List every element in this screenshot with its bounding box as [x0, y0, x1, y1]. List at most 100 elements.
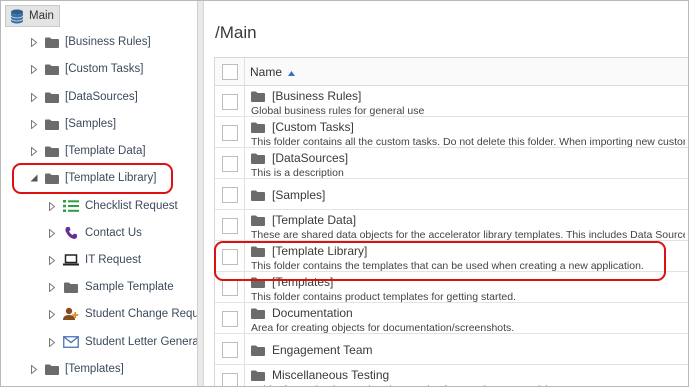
row-description: This folder contains all the custom task…: [251, 136, 685, 147]
sort-ascending-icon: [288, 65, 296, 79]
row-title: [Samples]: [251, 188, 685, 202]
tree-item-label: [Template Library]: [65, 172, 157, 184]
expand-caret-icon[interactable]: [47, 337, 57, 347]
database-icon: [9, 9, 25, 23]
table-row[interactable]: [Business Rules] Global business rules fo…: [215, 86, 688, 117]
expand-caret-icon[interactable]: [29, 146, 39, 156]
row-checkbox-cell: [215, 334, 245, 365]
folder-icon: [251, 91, 265, 102]
row-title-text[interactable]: [Business Rules]: [272, 89, 361, 103]
name-column-label: Name: [250, 64, 283, 79]
tree-child-checklist-request[interactable]: Checklist Request: [47, 195, 178, 217]
row-title: [Custom Tasks]: [251, 120, 685, 134]
tree-item-templates[interactable]: [Templates]: [29, 358, 124, 380]
row-checkbox[interactable]: [221, 248, 238, 265]
tree-child-student-letter-generation[interactable]: Student Letter Generati: [47, 331, 197, 353]
table-row[interactable]: [Templates] This folder contains product …: [215, 272, 688, 303]
tree-item-custom-tasks[interactable]: [Custom Tasks]: [29, 58, 143, 80]
row-title-text[interactable]: Documentation: [272, 306, 353, 320]
tree-item-template-library[interactable]: [Template Library]: [29, 167, 156, 189]
tree-root-main[interactable]: Main: [5, 5, 60, 27]
tree-item-datasources[interactable]: [DataSources]: [29, 86, 138, 108]
row-checkbox[interactable]: [221, 186, 238, 203]
folder-icon: [251, 122, 265, 133]
folder-icon: [45, 64, 59, 75]
row-checkbox-cell: [215, 210, 245, 241]
tree-item-template-data[interactable]: [Template Data]: [29, 140, 146, 162]
checklist-icon: [63, 199, 79, 213]
table-row[interactable]: [DataSources] This is a description: [215, 148, 688, 179]
table-row[interactable]: [Custom Tasks] This folder contains all t…: [215, 117, 688, 148]
row-content: [Template Data] These are shared data obj…: [245, 210, 685, 240]
select-all-cell: [215, 58, 245, 85]
expand-caret-icon[interactable]: [29, 364, 39, 374]
expand-caret-icon[interactable]: [47, 255, 57, 265]
row-content: Miscellaneous TestingFolder for testing …: [245, 365, 685, 386]
row-checkbox[interactable]: [221, 279, 238, 296]
row-checkbox[interactable]: [221, 372, 238, 386]
row-title-text[interactable]: [Template Library]: [272, 244, 367, 258]
tree-root-label: Main: [29, 10, 54, 22]
folder-icon: [251, 370, 265, 381]
row-checkbox[interactable]: [221, 217, 238, 234]
folder-icon: [45, 146, 59, 157]
folder-icon: [251, 190, 265, 201]
row-title-text[interactable]: [Templates]: [272, 275, 333, 289]
laptop-icon: [63, 253, 79, 267]
row-description: This is a description: [251, 167, 344, 178]
tree-child-it-request[interactable]: IT Request: [47, 249, 141, 271]
page-title: /Main: [215, 23, 257, 42]
row-title-text[interactable]: [Template Data]: [272, 213, 356, 227]
row-title: [Templates]: [251, 275, 685, 289]
row-description: This folder contains the templates that …: [251, 260, 644, 271]
tree-child-label: Student Change Reques: [85, 308, 197, 320]
expand-caret-icon[interactable]: [47, 201, 57, 211]
expand-caret-icon[interactable]: [29, 119, 39, 129]
folder-icon: [251, 308, 265, 319]
folder-icon: [251, 277, 265, 288]
tree-child-label: Student Letter Generati: [85, 336, 197, 348]
tree-child-student-change-request[interactable]: Student Change Reques: [47, 303, 197, 325]
tree-child-contact-us[interactable]: Contact Us: [47, 222, 142, 244]
row-checkbox[interactable]: [221, 124, 238, 141]
expand-caret-icon[interactable]: [47, 309, 57, 319]
row-content: [Template Library] This folder contains t…: [245, 241, 685, 271]
tree-child-sample-template[interactable]: Sample Template: [47, 276, 174, 298]
collapse-caret-icon[interactable]: [29, 173, 39, 183]
row-content: [Templates] This folder contains product …: [245, 272, 685, 302]
tree-item-label: [Template Data]: [65, 145, 146, 157]
tree-item-label: [DataSources]: [65, 91, 138, 103]
table-row[interactable]: [Samples]: [215, 179, 688, 210]
table-row[interactable]: Documentation Area for creating objects f…: [215, 303, 688, 334]
row-checkbox[interactable]: [221, 341, 238, 358]
row-title: [Business Rules]: [251, 89, 685, 103]
row-checkbox[interactable]: [221, 93, 238, 110]
row-title-text[interactable]: Miscellaneous Testing: [272, 368, 389, 382]
grid-header: Name: [215, 58, 688, 86]
expand-caret-icon[interactable]: [47, 228, 57, 238]
select-all-checkbox[interactable]: [221, 63, 238, 80]
tree-item-label: [Custom Tasks]: [65, 63, 144, 75]
tree-item-samples[interactable]: [Samples]: [29, 113, 116, 135]
row-description: Global business rules for general use: [251, 105, 425, 116]
row-title-text[interactable]: [DataSources]: [272, 151, 348, 165]
row-checkbox[interactable]: [221, 310, 238, 327]
row-title-text[interactable]: [Samples]: [272, 188, 325, 202]
row-description: Area for creating objects for documentat…: [251, 322, 515, 333]
expand-caret-icon[interactable]: [29, 37, 39, 47]
row-checkbox[interactable]: [221, 155, 238, 172]
name-column-header[interactable]: Name: [245, 64, 296, 79]
table-row[interactable]: [Template Library] This folder contains t…: [215, 241, 688, 272]
row-title-text[interactable]: Engagement Team: [272, 343, 373, 357]
tree-item-business-rules[interactable]: [Business Rules]: [29, 31, 151, 53]
table-row[interactable]: [Template Data] These are shared data obj…: [215, 210, 688, 241]
row-checkbox-cell: [215, 179, 245, 210]
expand-caret-icon[interactable]: [29, 64, 39, 74]
table-row[interactable]: Engagement Team: [215, 334, 688, 365]
row-description: This folder contains product templates f…: [251, 291, 516, 302]
row-title-text[interactable]: [Custom Tasks]: [272, 120, 354, 134]
table-row[interactable]: Miscellaneous TestingFolder for testing …: [215, 365, 688, 386]
expand-caret-icon[interactable]: [47, 282, 57, 292]
expand-caret-icon[interactable]: [29, 92, 39, 102]
row-content: [DataSources] This is a description: [245, 148, 685, 178]
